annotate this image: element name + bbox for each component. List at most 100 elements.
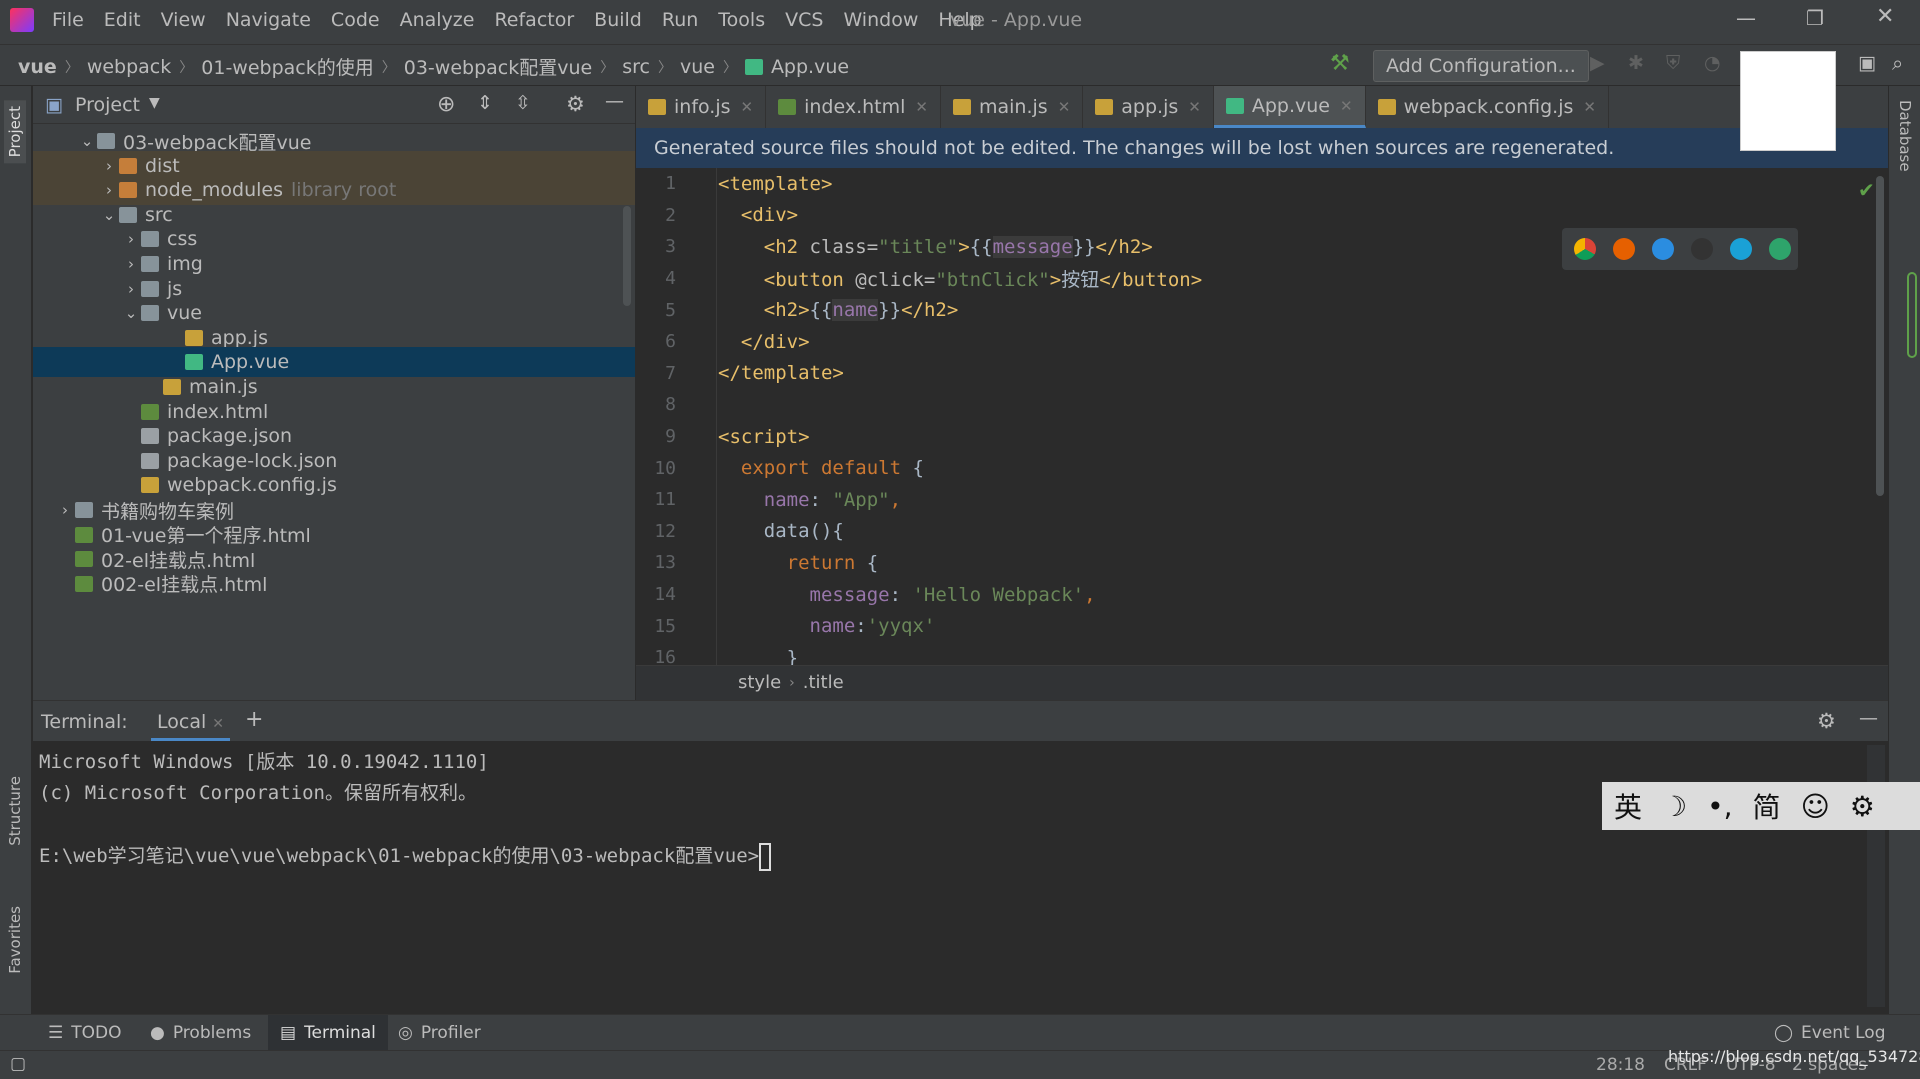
code-text: <div>: [696, 204, 798, 226]
tab-info-js[interactable]: info.js ✕: [636, 86, 767, 128]
menu-item-vcs[interactable]: VCS: [785, 9, 823, 31]
breadcrumb-item[interactable]: src: [622, 56, 650, 78]
chevron-down-icon[interactable]: ▼: [149, 95, 160, 111]
menu-item-build[interactable]: Build: [594, 9, 642, 31]
ime-gear-icon[interactable]: ⚙: [1850, 790, 1875, 823]
problems-tab[interactable]: ● Problems: [150, 1023, 251, 1043]
code-breadcrumb-item[interactable]: style: [738, 672, 781, 693]
project-title[interactable]: Project: [75, 94, 140, 116]
menu-item-file[interactable]: File: [52, 9, 84, 31]
breadcrumb-item[interactable]: 01-webpack的使用: [201, 53, 373, 80]
event-log-icon: ◯: [1774, 1023, 1794, 1043]
ime-simplified-toggle[interactable]: 简: [1753, 786, 1781, 826]
tab-webpack-config-js[interactable]: webpack.config.js ✕: [1366, 86, 1609, 128]
close-icon[interactable]: ✕: [1188, 98, 1201, 116]
status-bar: ▢ 28:18 CRLF UTF-8 2 spaces https://blog…: [0, 1047, 1920, 1079]
coverage-icon[interactable]: ⛨: [1666, 52, 1680, 74]
close-icon[interactable]: ✕: [1876, 4, 1894, 29]
terminal-line-1: Microsoft Windows [版本 10.0.19042.1110]: [39, 751, 489, 773]
profiler-tab[interactable]: ◎ Profiler: [398, 1023, 481, 1043]
chevron-right-icon[interactable]: ›: [121, 280, 141, 298]
database-tool-tab[interactable]: Database: [1896, 100, 1914, 172]
tab-index-html[interactable]: index.html ✕: [766, 86, 941, 128]
tree-item[interactable]: 002-el挂载点.html: [33, 569, 635, 599]
chevron-down-icon[interactable]: ⌄: [99, 206, 119, 224]
project-tool-tab[interactable]: Project: [4, 100, 26, 164]
tab-main-js[interactable]: main.js ✕: [941, 86, 1084, 128]
collapse-all-icon[interactable]: ⇳: [515, 92, 531, 114]
code-text: message: 'Hello Webpack',: [696, 584, 1096, 606]
ime-punct-toggle[interactable]: •,: [1707, 790, 1732, 823]
line-number: 5: [665, 299, 676, 321]
gear-icon[interactable]: ⚙: [566, 92, 585, 116]
add-configuration-button[interactable]: Add Configuration...: [1373, 50, 1589, 82]
breadcrumb-item[interactable]: vue: [680, 56, 715, 78]
tab-App-vue[interactable]: App.vue ✕: [1213, 86, 1366, 128]
menu-item-code[interactable]: Code: [331, 9, 380, 31]
chrome-icon[interactable]: [1574, 238, 1596, 260]
close-icon[interactable]: ✕: [1340, 97, 1353, 115]
chevron-down-icon[interactable]: ⌄: [121, 304, 141, 322]
edge-icon[interactable]: [1769, 238, 1791, 260]
menu-item-edit[interactable]: Edit: [104, 9, 141, 31]
ime-moon-icon[interactable]: ☽: [1662, 790, 1687, 823]
menu-item-tools[interactable]: Tools: [718, 9, 765, 31]
breadcrumb-item[interactable]: App.vue: [771, 56, 849, 78]
ie-icon[interactable]: [1730, 238, 1752, 260]
hide-icon[interactable]: —: [605, 90, 624, 112]
breadcrumb-item[interactable]: webpack: [87, 56, 171, 78]
code-breadcrumb-item[interactable]: .title: [803, 672, 844, 693]
profile-icon[interactable]: ◔: [1704, 52, 1721, 74]
terminal-tab-local[interactable]: Local ✕: [151, 711, 231, 741]
safari-icon[interactable]: [1652, 238, 1674, 260]
chevron-right-icon[interactable]: ›: [99, 157, 119, 175]
code-token: export default: [718, 457, 913, 480]
layout-icon[interactable]: ▣: [1858, 52, 1876, 74]
hide-icon[interactable]: —: [1859, 707, 1878, 729]
menu-item-window[interactable]: Window: [843, 9, 918, 31]
gear-icon[interactable]: ⚙: [1817, 709, 1836, 733]
terminal-tool-tab[interactable]: ▤ Terminal: [268, 1015, 388, 1050]
tab-app-js[interactable]: app.js ✕: [1083, 86, 1214, 128]
close-icon[interactable]: ✕: [915, 98, 928, 116]
minimize-icon[interactable]: —: [1736, 6, 1756, 30]
chevron-right-icon[interactable]: ›: [121, 230, 141, 248]
build-hammer-icon[interactable]: ⚒: [1330, 51, 1350, 76]
menu-item-run[interactable]: Run: [662, 9, 698, 31]
add-terminal-icon[interactable]: +: [245, 707, 263, 732]
editor-scrollbar[interactable]: [1876, 176, 1884, 496]
ime-lang-toggle[interactable]: 英: [1614, 786, 1642, 826]
close-icon[interactable]: ✕: [1583, 98, 1596, 116]
todo-tab[interactable]: ☰ TODO: [48, 1023, 122, 1043]
menu-item-refactor[interactable]: Refactor: [494, 9, 574, 31]
close-icon[interactable]: ✕: [212, 716, 224, 732]
caret-position[interactable]: 28:18: [1596, 1055, 1645, 1075]
breadcrumb-item[interactable]: 03-webpack配置vue: [404, 53, 592, 80]
chevron-right-icon[interactable]: ›: [55, 501, 75, 519]
chevron-right-icon[interactable]: ›: [99, 181, 119, 199]
firefox-icon[interactable]: [1613, 238, 1635, 260]
structure-tool-tab[interactable]: Structure: [6, 776, 24, 846]
debug-icon[interactable]: ✱: [1628, 52, 1644, 74]
menu-item-analyze[interactable]: Analyze: [400, 9, 475, 31]
favorites-tool-tab[interactable]: Favorites: [6, 906, 24, 974]
menu-item-navigate[interactable]: Navigate: [226, 9, 311, 31]
menu-item-view[interactable]: View: [161, 9, 206, 31]
status-layout-icon[interactable]: ▢: [10, 1054, 26, 1074]
opera-icon[interactable]: [1691, 238, 1713, 260]
event-log-tab[interactable]: ◯ Event Log: [1774, 1023, 1886, 1043]
close-icon[interactable]: ✕: [1058, 98, 1071, 116]
code-text: <h2>{{name}}</h2>: [696, 299, 958, 322]
chevron-down-icon[interactable]: ⌄: [77, 132, 97, 150]
search-icon[interactable]: ⌕: [1892, 51, 1903, 75]
chevron-right-icon[interactable]: ›: [121, 255, 141, 273]
close-icon[interactable]: ✕: [741, 98, 754, 116]
breadcrumb-item[interactable]: vue: [18, 56, 57, 78]
ime-emoji-icon[interactable]: ☺: [1801, 790, 1830, 823]
expand-all-icon[interactable]: ⇕: [477, 92, 493, 114]
terminal-prompt[interactable]: E:\web学习笔记\vue\vue\webpack\01-webpack的使用…: [39, 841, 772, 871]
locate-icon[interactable]: ⊕: [437, 92, 455, 117]
tree-scrollbar[interactable]: [623, 206, 631, 306]
run-icon[interactable]: ▶: [1590, 52, 1605, 74]
restore-icon[interactable]: ❐: [1806, 6, 1824, 30]
